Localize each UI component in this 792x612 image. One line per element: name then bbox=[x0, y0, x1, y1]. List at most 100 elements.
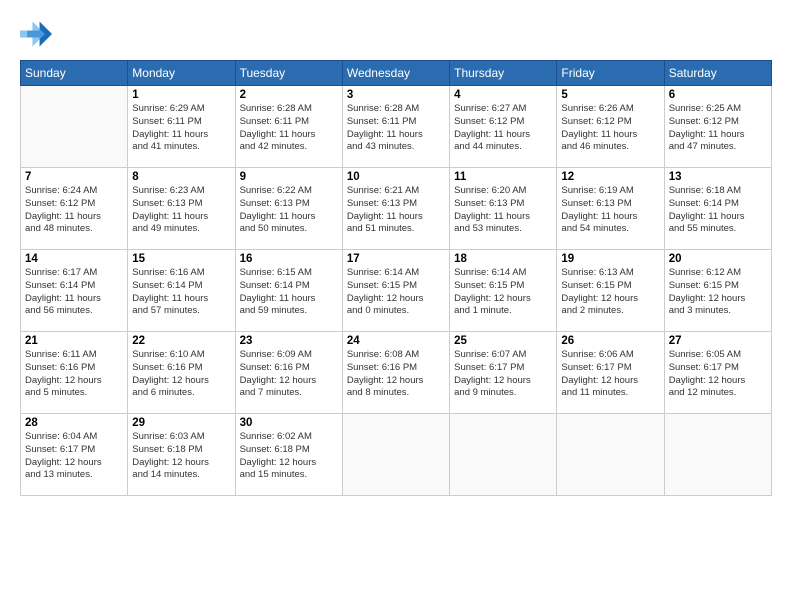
cell-info: Sunrise: 6:03 AM Sunset: 6:18 PM Dayligh… bbox=[132, 431, 230, 482]
day-number: 21 bbox=[25, 335, 123, 347]
day-number: 25 bbox=[454, 335, 552, 347]
cell-info: Sunrise: 6:05 AM Sunset: 6:17 PM Dayligh… bbox=[669, 349, 767, 400]
cell-info: Sunrise: 6:24 AM Sunset: 6:12 PM Dayligh… bbox=[25, 185, 123, 236]
logo-icon bbox=[20, 18, 52, 50]
calendar-cell: 18 Sunrise: 6:14 AM Sunset: 6:15 PM Dayli… bbox=[450, 250, 557, 332]
calendar-cell: 7 Sunrise: 6:24 AM Sunset: 6:12 PM Daylig… bbox=[21, 168, 128, 250]
day-number: 14 bbox=[25, 253, 123, 265]
day-number: 11 bbox=[454, 171, 552, 183]
cell-info: Sunrise: 6:20 AM Sunset: 6:13 PM Dayligh… bbox=[454, 185, 552, 236]
day-number: 3 bbox=[347, 89, 445, 101]
day-number: 10 bbox=[347, 171, 445, 183]
calendar-cell: 30 Sunrise: 6:02 AM Sunset: 6:18 PM Dayli… bbox=[235, 414, 342, 496]
cell-info: Sunrise: 6:16 AM Sunset: 6:14 PM Dayligh… bbox=[132, 267, 230, 318]
calendar-cell: 29 Sunrise: 6:03 AM Sunset: 6:18 PM Dayli… bbox=[128, 414, 235, 496]
calendar-table: SundayMondayTuesdayWednesdayThursdayFrid… bbox=[20, 60, 772, 496]
week-row-1: 1 Sunrise: 6:29 AM Sunset: 6:11 PM Daylig… bbox=[21, 86, 772, 168]
cell-info: Sunrise: 6:10 AM Sunset: 6:16 PM Dayligh… bbox=[132, 349, 230, 400]
calendar-cell: 12 Sunrise: 6:19 AM Sunset: 6:13 PM Dayli… bbox=[557, 168, 664, 250]
cell-info: Sunrise: 6:14 AM Sunset: 6:15 PM Dayligh… bbox=[347, 267, 445, 318]
calendar-cell: 16Sunrise: 6:15 AM Sunset: 6:14 PM Dayli… bbox=[235, 250, 342, 332]
page-container: SundayMondayTuesdayWednesdayThursdayFrid… bbox=[0, 0, 792, 506]
weekday-header-tuesday: Tuesday bbox=[235, 61, 342, 86]
calendar-cell: 24 Sunrise: 6:08 AM Sunset: 6:16 PM Dayli… bbox=[342, 332, 449, 414]
calendar-cell: 11 Sunrise: 6:20 AM Sunset: 6:13 PM Dayli… bbox=[450, 168, 557, 250]
day-number: 28 bbox=[25, 417, 123, 429]
cell-info: Sunrise: 6:29 AM Sunset: 6:11 PM Dayligh… bbox=[132, 103, 230, 154]
cell-info: Sunrise: 6:22 AM Sunset: 6:13 PM Dayligh… bbox=[240, 185, 338, 236]
calendar-cell bbox=[342, 414, 449, 496]
cell-info: Sunrise: 6:04 AM Sunset: 6:17 PM Dayligh… bbox=[25, 431, 123, 482]
day-number: 24 bbox=[347, 335, 445, 347]
day-number: 29 bbox=[132, 417, 230, 429]
day-number: 1 bbox=[132, 89, 230, 101]
calendar-cell: 28 Sunrise: 6:04 AM Sunset: 6:17 PM Dayli… bbox=[21, 414, 128, 496]
day-number: 7 bbox=[25, 171, 123, 183]
weekday-header-sunday: Sunday bbox=[21, 61, 128, 86]
day-number: 26 bbox=[561, 335, 659, 347]
cell-info: Sunrise: 6:07 AM Sunset: 6:17 PM Dayligh… bbox=[454, 349, 552, 400]
cell-info: Sunrise: 6:13 AM Sunset: 6:15 PM Dayligh… bbox=[561, 267, 659, 318]
calendar-cell: 10 Sunrise: 6:21 AM Sunset: 6:13 PM Dayli… bbox=[342, 168, 449, 250]
week-row-5: 28 Sunrise: 6:04 AM Sunset: 6:17 PM Dayli… bbox=[21, 414, 772, 496]
calendar-cell: 14 Sunrise: 6:17 AM Sunset: 6:14 PM Dayli… bbox=[21, 250, 128, 332]
calendar-cell: 13Sunrise: 6:18 AM Sunset: 6:14 PM Dayli… bbox=[664, 168, 771, 250]
calendar-cell: 22 Sunrise: 6:10 AM Sunset: 6:16 PM Dayli… bbox=[128, 332, 235, 414]
cell-info: Sunrise: 6:08 AM Sunset: 6:16 PM Dayligh… bbox=[347, 349, 445, 400]
day-number: 23 bbox=[240, 335, 338, 347]
logo bbox=[20, 18, 56, 50]
calendar-cell: 4Sunrise: 6:27 AM Sunset: 6:12 PM Daylig… bbox=[450, 86, 557, 168]
day-number: 18 bbox=[454, 253, 552, 265]
weekday-header-friday: Friday bbox=[557, 61, 664, 86]
calendar-cell: 20 Sunrise: 6:12 AM Sunset: 6:15 PM Dayli… bbox=[664, 250, 771, 332]
week-row-3: 14 Sunrise: 6:17 AM Sunset: 6:14 PM Dayli… bbox=[21, 250, 772, 332]
day-number: 30 bbox=[240, 417, 338, 429]
cell-info: Sunrise: 6:23 AM Sunset: 6:13 PM Dayligh… bbox=[132, 185, 230, 236]
day-number: 15 bbox=[132, 253, 230, 265]
cell-info: Sunrise: 6:11 AM Sunset: 6:16 PM Dayligh… bbox=[25, 349, 123, 400]
calendar-cell: 3Sunrise: 6:28 AM Sunset: 6:11 PM Daylig… bbox=[342, 86, 449, 168]
week-row-4: 21 Sunrise: 6:11 AM Sunset: 6:16 PM Dayli… bbox=[21, 332, 772, 414]
cell-info: Sunrise: 6:12 AM Sunset: 6:15 PM Dayligh… bbox=[669, 267, 767, 318]
day-number: 2 bbox=[240, 89, 338, 101]
calendar-cell: 6 Sunrise: 6:25 AM Sunset: 6:12 PM Daylig… bbox=[664, 86, 771, 168]
cell-info: Sunrise: 6:06 AM Sunset: 6:17 PM Dayligh… bbox=[561, 349, 659, 400]
calendar-cell: 2 Sunrise: 6:28 AM Sunset: 6:11 PM Daylig… bbox=[235, 86, 342, 168]
day-number: 6 bbox=[669, 89, 767, 101]
weekday-header-wednesday: Wednesday bbox=[342, 61, 449, 86]
calendar-cell: 25 Sunrise: 6:07 AM Sunset: 6:17 PM Dayli… bbox=[450, 332, 557, 414]
day-number: 22 bbox=[132, 335, 230, 347]
calendar-cell: 19Sunrise: 6:13 AM Sunset: 6:15 PM Dayli… bbox=[557, 250, 664, 332]
day-number: 8 bbox=[132, 171, 230, 183]
calendar-cell: 23 Sunrise: 6:09 AM Sunset: 6:16 PM Dayli… bbox=[235, 332, 342, 414]
weekday-header-row: SundayMondayTuesdayWednesdayThursdayFrid… bbox=[21, 61, 772, 86]
calendar-cell bbox=[21, 86, 128, 168]
cell-info: Sunrise: 6:02 AM Sunset: 6:18 PM Dayligh… bbox=[240, 431, 338, 482]
cell-info: Sunrise: 6:14 AM Sunset: 6:15 PM Dayligh… bbox=[454, 267, 552, 318]
calendar-cell bbox=[664, 414, 771, 496]
cell-info: Sunrise: 6:17 AM Sunset: 6:14 PM Dayligh… bbox=[25, 267, 123, 318]
calendar-cell: 8 Sunrise: 6:23 AM Sunset: 6:13 PM Daylig… bbox=[128, 168, 235, 250]
calendar-cell: 26 Sunrise: 6:06 AM Sunset: 6:17 PM Dayli… bbox=[557, 332, 664, 414]
cell-info: Sunrise: 6:19 AM Sunset: 6:13 PM Dayligh… bbox=[561, 185, 659, 236]
weekday-header-thursday: Thursday bbox=[450, 61, 557, 86]
day-number: 13 bbox=[669, 171, 767, 183]
calendar-cell bbox=[450, 414, 557, 496]
cell-info: Sunrise: 6:28 AM Sunset: 6:11 PM Dayligh… bbox=[240, 103, 338, 154]
day-number: 12 bbox=[561, 171, 659, 183]
day-number: 5 bbox=[561, 89, 659, 101]
calendar-cell: 1 Sunrise: 6:29 AM Sunset: 6:11 PM Daylig… bbox=[128, 86, 235, 168]
cell-info: Sunrise: 6:21 AM Sunset: 6:13 PM Dayligh… bbox=[347, 185, 445, 236]
weekday-header-saturday: Saturday bbox=[664, 61, 771, 86]
calendar-cell: 5Sunrise: 6:26 AM Sunset: 6:12 PM Daylig… bbox=[557, 86, 664, 168]
calendar-cell bbox=[557, 414, 664, 496]
cell-info: Sunrise: 6:25 AM Sunset: 6:12 PM Dayligh… bbox=[669, 103, 767, 154]
day-number: 16 bbox=[240, 253, 338, 265]
cell-info: Sunrise: 6:27 AM Sunset: 6:12 PM Dayligh… bbox=[454, 103, 552, 154]
calendar-cell: 21 Sunrise: 6:11 AM Sunset: 6:16 PM Dayli… bbox=[21, 332, 128, 414]
day-number: 27 bbox=[669, 335, 767, 347]
calendar-cell: 17Sunrise: 6:14 AM Sunset: 6:15 PM Dayli… bbox=[342, 250, 449, 332]
day-number: 20 bbox=[669, 253, 767, 265]
calendar-cell: 15 Sunrise: 6:16 AM Sunset: 6:14 PM Dayli… bbox=[128, 250, 235, 332]
cell-info: Sunrise: 6:09 AM Sunset: 6:16 PM Dayligh… bbox=[240, 349, 338, 400]
